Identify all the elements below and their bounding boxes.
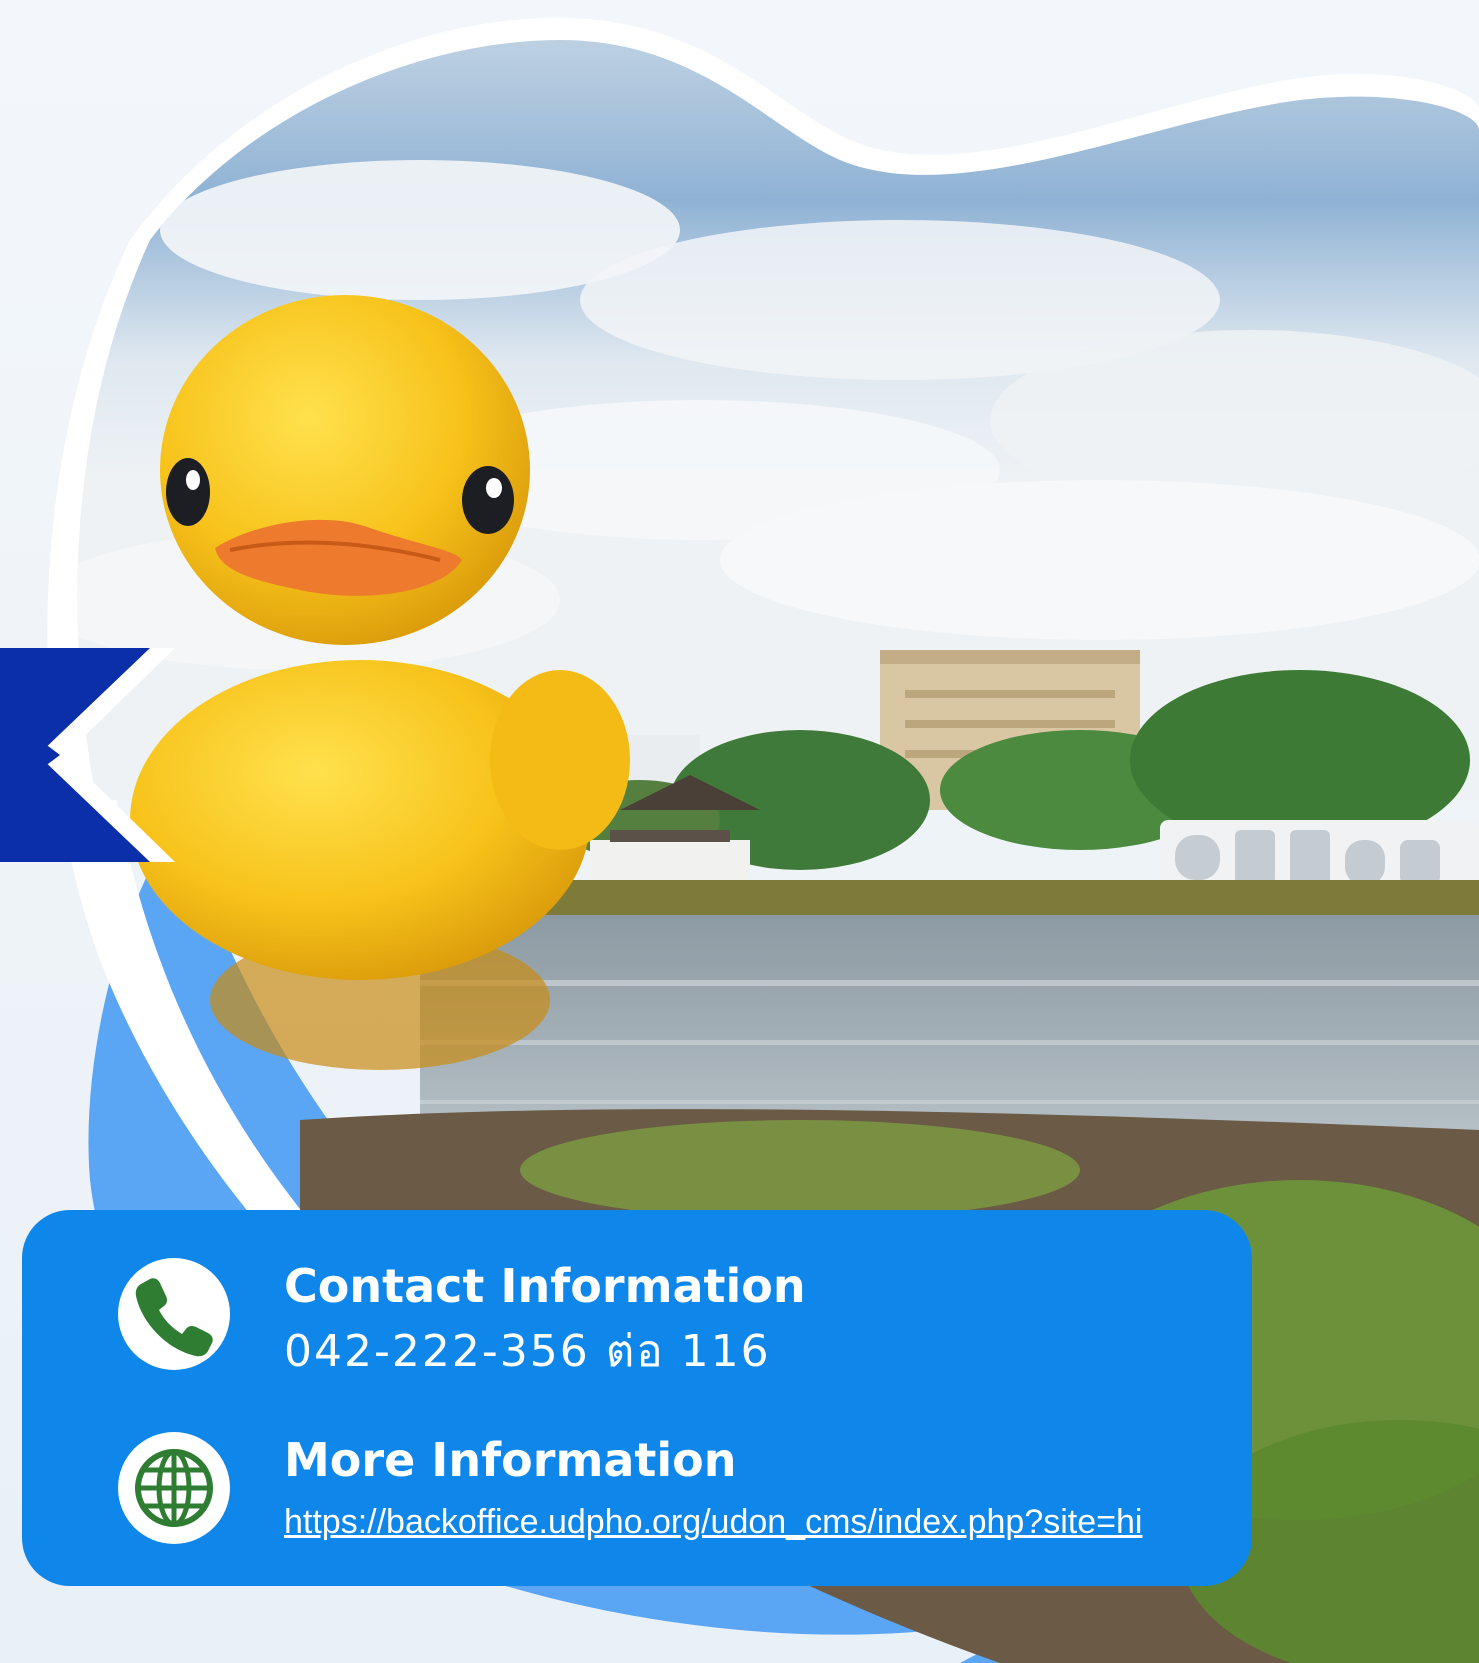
contact-phone[interactable]: 042-222-356 ต่อ 116 [284,1326,771,1378]
info-panel: Contact Information 042-222-356 ต่อ 116 … [22,1210,1252,1586]
chevron-left-icon[interactable] [0,640,185,870]
globe-icon [118,1432,230,1544]
more-info-heading: More Information [284,1433,737,1487]
phone-icon [118,1258,230,1370]
poster: Contact Information 042-222-356 ต่อ 116 … [0,0,1479,1663]
contact-heading: Contact Information [284,1259,806,1313]
more-info-link[interactable]: https://backoffice.udpho.org/udon_cms/in… [284,1502,1142,1542]
